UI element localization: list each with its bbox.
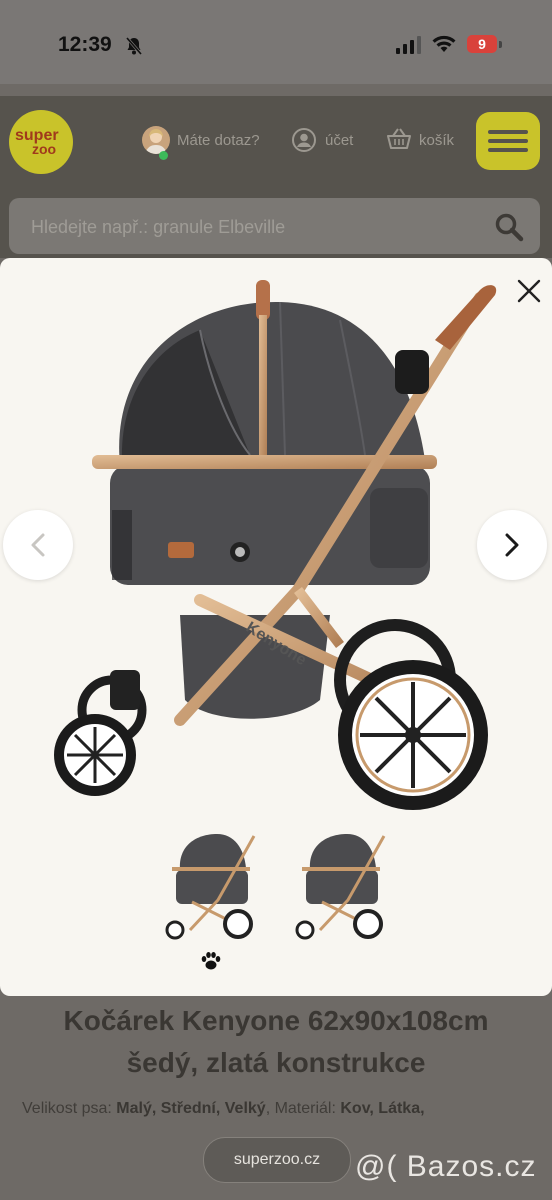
cart-link[interactable]: košík bbox=[419, 132, 454, 149]
status-time: 12:39 bbox=[58, 33, 112, 56]
specs-sizes: Malý, Střední, Velký bbox=[116, 1100, 266, 1117]
gallery-prev-button[interactable] bbox=[3, 510, 73, 580]
product-title-line: Kočárek Kenyone 62x90x108cm bbox=[63, 1005, 489, 1036]
browser-url-bar[interactable]: superzoo.cz bbox=[203, 1137, 351, 1183]
chevron-left-icon bbox=[31, 533, 45, 557]
specs-label: Velikost psa: bbox=[22, 1100, 117, 1117]
search-bar bbox=[9, 198, 540, 254]
menu-bar-icon bbox=[488, 148, 528, 152]
search-icon[interactable] bbox=[494, 212, 524, 242]
paw-icon bbox=[201, 952, 221, 970]
account-link[interactable]: účet bbox=[325, 132, 353, 149]
bazos-watermark: @( Bazos.cz bbox=[355, 1150, 537, 1183]
stroller-main-image: Kenyone bbox=[54, 280, 497, 810]
battery-cap bbox=[499, 41, 502, 48]
bell-muted-icon bbox=[125, 37, 143, 55]
hamburger-menu-button[interactable] bbox=[476, 112, 540, 170]
logo-text-bottom: zoo bbox=[32, 141, 57, 157]
help-link[interactable]: Máte dotaz? bbox=[177, 132, 260, 149]
help-avatar[interactable] bbox=[142, 126, 170, 154]
specs-separator: , Materiál: bbox=[265, 1100, 341, 1117]
search-input[interactable] bbox=[29, 210, 473, 244]
basket-icon[interactable] bbox=[386, 127, 412, 151]
cellular-signal-icon bbox=[396, 36, 421, 54]
user-icon[interactable] bbox=[292, 128, 316, 152]
specs-material: Kov, Látka, bbox=[340, 1100, 425, 1117]
wifi-icon bbox=[432, 35, 456, 52]
online-status-dot bbox=[159, 151, 168, 160]
close-icon[interactable] bbox=[512, 274, 546, 308]
gallery-thumbnail[interactable] bbox=[292, 830, 392, 942]
menu-bar-icon bbox=[488, 139, 528, 143]
chevron-right-icon bbox=[505, 533, 519, 557]
product-specs: Velikost psa: Malý, Střední, Velký, Mate… bbox=[22, 1100, 542, 1118]
battery-indicator: 9 bbox=[467, 35, 497, 53]
gallery-next-button[interactable] bbox=[477, 510, 547, 580]
menu-bar-icon bbox=[488, 130, 528, 134]
product-title: Kočárek Kenyone 62x90x108cm šedý, zlatá … bbox=[0, 1000, 552, 1084]
superzoo-logo[interactable]: super zoo bbox=[9, 110, 73, 174]
product-title-line: šedý, zlatá konstrukce bbox=[126, 1047, 426, 1078]
gallery-thumbnail[interactable] bbox=[162, 830, 262, 942]
